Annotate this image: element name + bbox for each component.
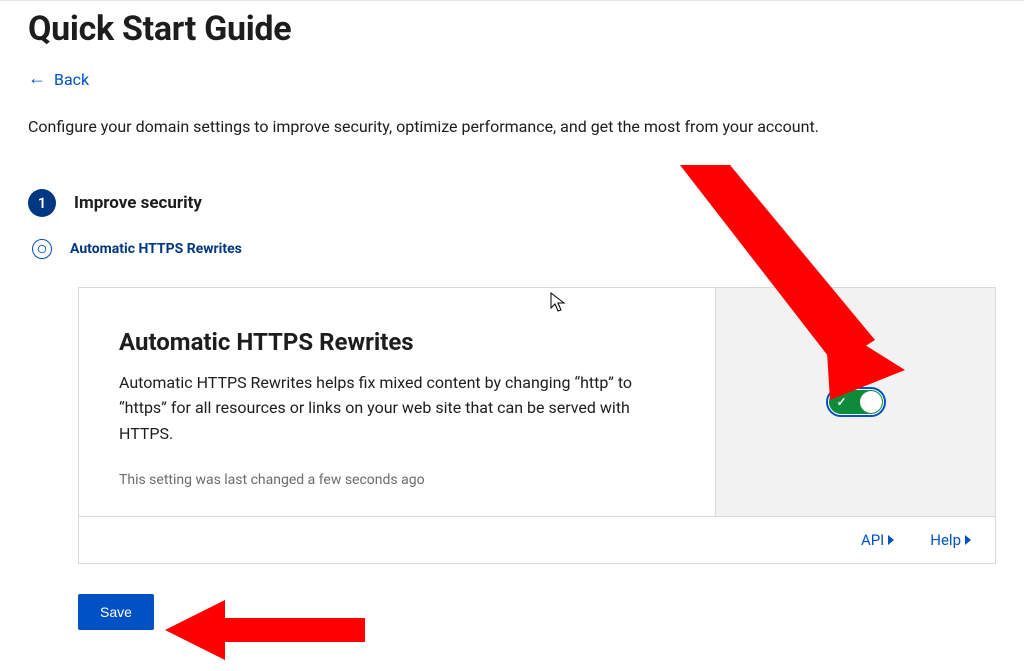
substep-title: Automatic HTTPS Rewrites <box>70 241 242 257</box>
step-number-badge: 1 <box>28 189 56 217</box>
arrow-left-icon: ← <box>28 70 46 88</box>
settings-card: Automatic HTTPS Rewrites Automatic HTTPS… <box>78 287 996 565</box>
save-button[interactable]: Save <box>78 594 154 630</box>
api-link[interactable]: API <box>861 531 894 549</box>
card-footer: API Help <box>79 516 995 563</box>
caret-right-icon <box>965 535 971 545</box>
back-label: Back <box>54 70 89 89</box>
card-body: Automatic HTTPS Rewrites Automatic HTTPS… <box>79 288 995 517</box>
caret-right-icon <box>888 535 894 545</box>
step-header: 1 Improve security <box>28 189 996 217</box>
help-link[interactable]: Help <box>930 531 971 549</box>
page-description: Configure your domain settings to improv… <box>28 115 996 139</box>
card-main: Automatic HTTPS Rewrites Automatic HTTPS… <box>79 288 715 517</box>
back-link[interactable]: ← Back <box>28 70 89 89</box>
substep-marker-icon <box>32 239 52 259</box>
help-label: Help <box>930 531 961 549</box>
check-icon: ✓ <box>837 395 847 409</box>
card-aside: ✓ <box>715 288 995 517</box>
https-rewrites-toggle[interactable]: ✓ <box>826 387 886 417</box>
substep-header: Automatic HTTPS Rewrites <box>28 239 996 259</box>
step-title: Improve security <box>74 193 202 213</box>
card-text: Automatic HTTPS Rewrites helps fix mixed… <box>119 370 675 447</box>
api-label: API <box>861 531 884 549</box>
page-title: Quick Start Guide <box>28 9 996 49</box>
card-meta: This setting was last changed a few seco… <box>119 472 675 488</box>
card-heading: Automatic HTTPS Rewrites <box>119 328 675 356</box>
toggle-knob <box>860 391 882 413</box>
